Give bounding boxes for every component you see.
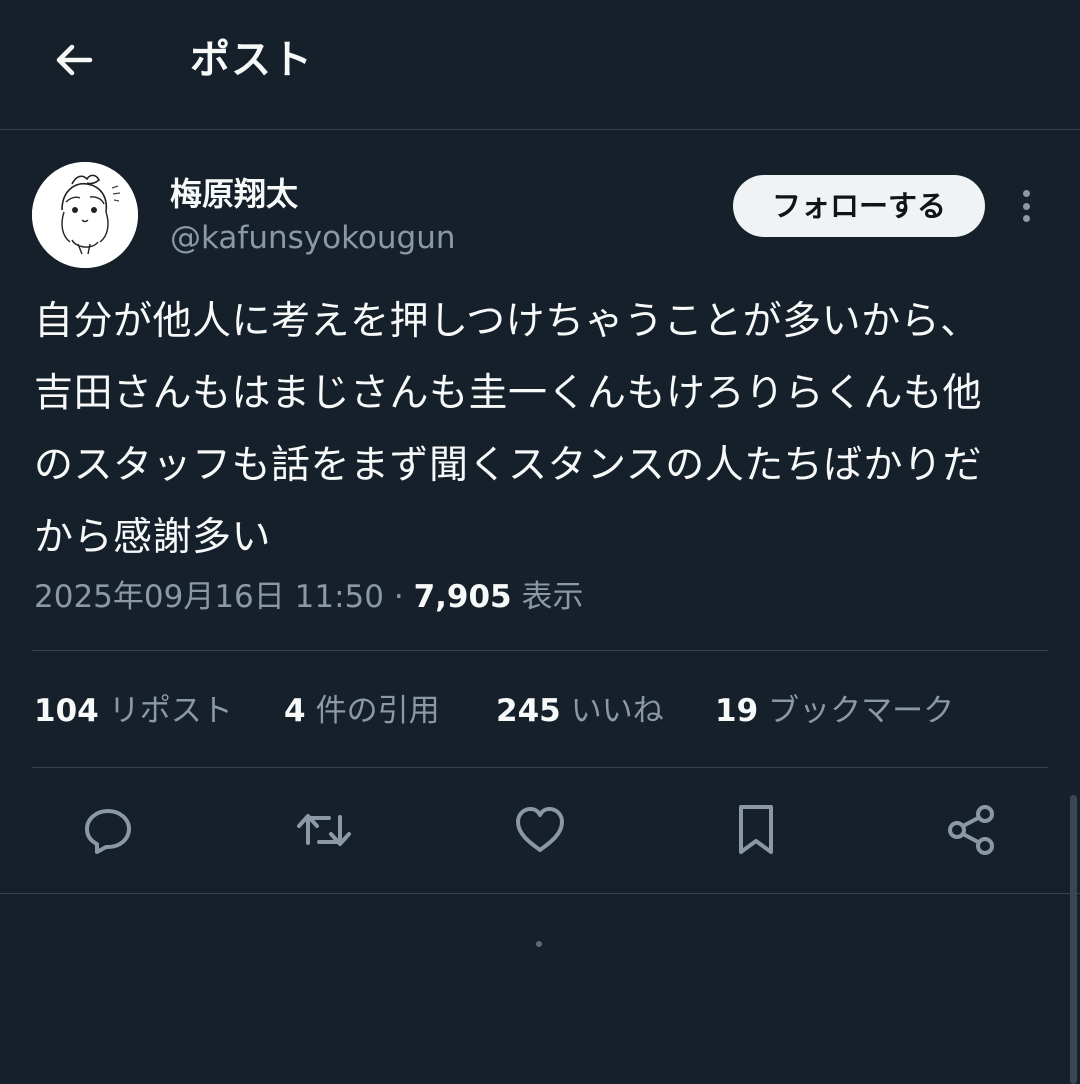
- likes-stat[interactable]: 245 いいね: [496, 686, 664, 736]
- post-timestamp[interactable]: 2025年09月16日 11:50: [34, 579, 384, 615]
- reposts-count: 104: [34, 693, 99, 729]
- meta-separator: ·: [393, 579, 404, 615]
- reposts-label: リポスト: [108, 693, 233, 729]
- divider: [32, 767, 1048, 768]
- bookmarks-count: 19: [715, 693, 759, 729]
- like-button[interactable]: [510, 800, 570, 860]
- avatar[interactable]: [32, 162, 138, 268]
- author-handle[interactable]: @kafunsyokougun: [170, 218, 456, 258]
- loading-indicator: [536, 941, 542, 947]
- share-button[interactable]: [941, 800, 1001, 860]
- bookmarks-label: ブックマーク: [768, 693, 955, 729]
- repost-button[interactable]: [294, 800, 354, 860]
- quotes-label: 件の引用: [315, 693, 440, 729]
- page-title: ポスト: [190, 37, 313, 83]
- more-vertical-icon: [1022, 190, 1030, 197]
- back-button[interactable]: [42, 28, 106, 92]
- quotes-stat[interactable]: 4 件の引用: [284, 686, 440, 736]
- post-meta: 2025年09月16日 11:50 · 7,905 表示: [34, 572, 583, 622]
- likes-count: 245: [496, 693, 561, 729]
- reply-button[interactable]: [78, 800, 138, 860]
- quotes-count: 4: [284, 693, 306, 729]
- more-vertical-icon-dot: [1022, 215, 1030, 222]
- more-options-button[interactable]: [1006, 184, 1046, 228]
- reply-icon: [85, 809, 131, 854]
- views-label: 表示: [521, 579, 584, 615]
- bookmark-button[interactable]: [726, 800, 786, 860]
- scrollbar[interactable]: [1070, 795, 1077, 1084]
- avatar-illustration: [32, 162, 138, 268]
- share-icon: [948, 805, 994, 855]
- post-detail-page: ポスト 梅原翔太 @kafunsyokougun フォローする 自分が他人に考え…: [0, 0, 1080, 1084]
- reposts-stat[interactable]: 104 リポスト: [34, 686, 233, 736]
- divider: [32, 650, 1048, 651]
- bookmark-icon: [739, 805, 773, 854]
- like-icon: [516, 807, 564, 852]
- author-name[interactable]: 梅原翔太: [170, 174, 298, 214]
- post-text: 自分が他人に考えを押しつけちゃうことが多いから、 吉田さんもはまじさんも圭一くん…: [34, 299, 983, 560]
- views-count: 7,905: [413, 579, 512, 615]
- bookmarks-stat[interactable]: 19 ブックマーク: [715, 686, 954, 736]
- repost-icon: [297, 814, 351, 846]
- arrow-left-icon: [56, 44, 93, 76]
- action-bar: [0, 790, 1080, 870]
- follow-button[interactable]: フォローする: [733, 175, 985, 237]
- likes-label: いいね: [570, 693, 664, 729]
- divider: [0, 893, 1080, 894]
- more-vertical-icon-dot: [1022, 202, 1030, 210]
- top-bar: ポスト: [0, 0, 1080, 130]
